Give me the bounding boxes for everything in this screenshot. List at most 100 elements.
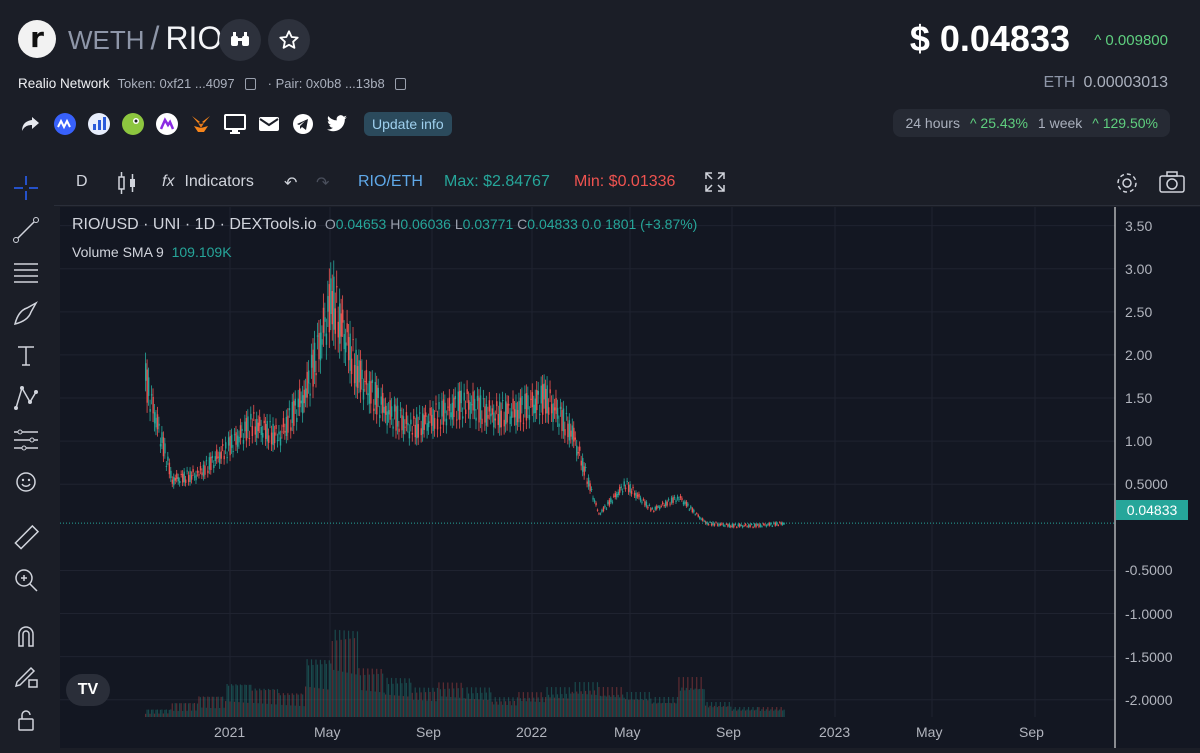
zoom-in-icon[interactable] <box>10 564 42 596</box>
volume-bar <box>562 698 564 717</box>
settings-icon[interactable] <box>1114 170 1140 201</box>
candle-body <box>430 414 433 426</box>
candle-body <box>759 524 762 527</box>
candle-body <box>256 418 258 438</box>
volume-bar <box>593 690 596 717</box>
volume-bar <box>373 674 375 717</box>
interval-selector[interactable]: D <box>76 173 88 191</box>
volume-bar <box>383 692 385 717</box>
volume-bar <box>605 696 607 717</box>
volume-bar <box>305 686 307 717</box>
brush-icon[interactable] <box>10 298 42 330</box>
favorite-button[interactable] <box>268 19 310 61</box>
candle-body <box>312 349 314 387</box>
candle-body <box>262 432 264 438</box>
volume-bar <box>256 690 258 717</box>
text-tool-icon[interactable] <box>10 340 42 372</box>
volume-bar <box>294 705 296 717</box>
chart-topbar: D fx Indicators ↶ ↷ RIO/ETH Max: $2.84767… <box>54 160 1200 206</box>
candle-body <box>724 525 726 527</box>
volume-bar <box>324 660 326 717</box>
candle-body <box>217 456 219 458</box>
candle-body <box>420 428 422 436</box>
volume-bar <box>696 677 698 717</box>
crosshair-icon[interactable] <box>10 172 42 204</box>
chart-site-icon[interactable] <box>86 111 112 137</box>
volume-bar <box>433 691 436 717</box>
candle-body <box>627 484 630 492</box>
undo-icon[interactable]: ↶ <box>284 173 297 193</box>
candle-body <box>227 437 230 446</box>
volume-bar <box>359 675 362 717</box>
volume-bar <box>592 682 594 717</box>
candle-body <box>281 431 283 433</box>
volume-bar <box>585 690 587 717</box>
share-icon[interactable] <box>18 111 44 137</box>
volume-bar <box>675 703 677 717</box>
candle-body <box>244 421 246 432</box>
redo-icon[interactable]: ↷ <box>316 173 329 193</box>
tradingview-logo[interactable]: TV <box>66 674 110 706</box>
pair-toggle[interactable]: RIO/ETH <box>358 173 423 191</box>
ruler-icon[interactable] <box>10 522 42 554</box>
indicators-button[interactable]: fx Indicators <box>162 173 254 191</box>
fullscreen-icon[interactable] <box>704 171 726 198</box>
base-symbol[interactable]: WETH <box>68 25 145 56</box>
volume-bar <box>401 683 403 717</box>
website-icon[interactable] <box>222 111 248 137</box>
compare-button[interactable] <box>219 19 261 61</box>
volume-bar <box>513 700 516 717</box>
copy-token-icon[interactable] <box>244 77 256 90</box>
update-info-button[interactable]: Update info <box>364 112 452 136</box>
magnet-icon[interactable] <box>10 620 42 652</box>
explorer-icon[interactable] <box>154 111 180 137</box>
volume-bar <box>712 707 714 717</box>
volume-bar <box>285 705 287 717</box>
candle-body <box>465 409 467 415</box>
candles-icon[interactable] <box>116 170 138 201</box>
email-icon[interactable] <box>256 111 282 137</box>
candle-body <box>402 416 405 435</box>
candle-body <box>149 408 151 412</box>
trend-line-icon[interactable] <box>10 214 42 246</box>
candle-body <box>353 365 356 384</box>
volume-bar <box>627 699 630 717</box>
fib-retracement-icon[interactable] <box>10 256 42 288</box>
coinmarketcap-icon[interactable] <box>52 111 78 137</box>
candle-body <box>419 412 421 414</box>
price-chart[interactable] <box>60 207 1200 748</box>
candle-body <box>663 505 665 507</box>
volume-bar <box>408 678 410 717</box>
candle-body <box>410 419 412 425</box>
pattern-icon[interactable] <box>10 382 42 414</box>
coingecko-icon[interactable] <box>120 111 146 137</box>
candle-body <box>531 392 534 408</box>
candle-body <box>516 410 519 423</box>
candle-body <box>733 524 735 528</box>
candle-body <box>276 440 279 442</box>
candle-body <box>267 435 270 443</box>
candle-body <box>602 507 605 512</box>
volume-bar <box>288 694 290 717</box>
chart-canvas[interactable] <box>60 207 1200 748</box>
volume-bar <box>379 692 381 717</box>
telegram-icon[interactable] <box>290 111 316 137</box>
volume-bar <box>510 705 513 717</box>
twitter-icon[interactable] <box>324 111 350 137</box>
candle-body <box>654 507 657 510</box>
candle-body <box>426 423 428 431</box>
candle-body <box>537 390 539 395</box>
lock-drawing-icon[interactable] <box>10 660 42 692</box>
volume-bar <box>368 674 370 717</box>
emoji-icon[interactable] <box>10 466 42 498</box>
prediction-icon[interactable] <box>10 424 42 456</box>
volume-bar <box>254 688 256 717</box>
candle-body <box>386 411 388 426</box>
copy-pair-icon[interactable] <box>394 77 406 90</box>
lock-icon[interactable] <box>10 704 42 736</box>
candle-body <box>496 401 498 407</box>
candle-body <box>346 323 348 333</box>
camera-icon[interactable] <box>1158 170 1186 199</box>
metamask-icon[interactable] <box>188 111 214 137</box>
volume-bar <box>663 697 665 717</box>
